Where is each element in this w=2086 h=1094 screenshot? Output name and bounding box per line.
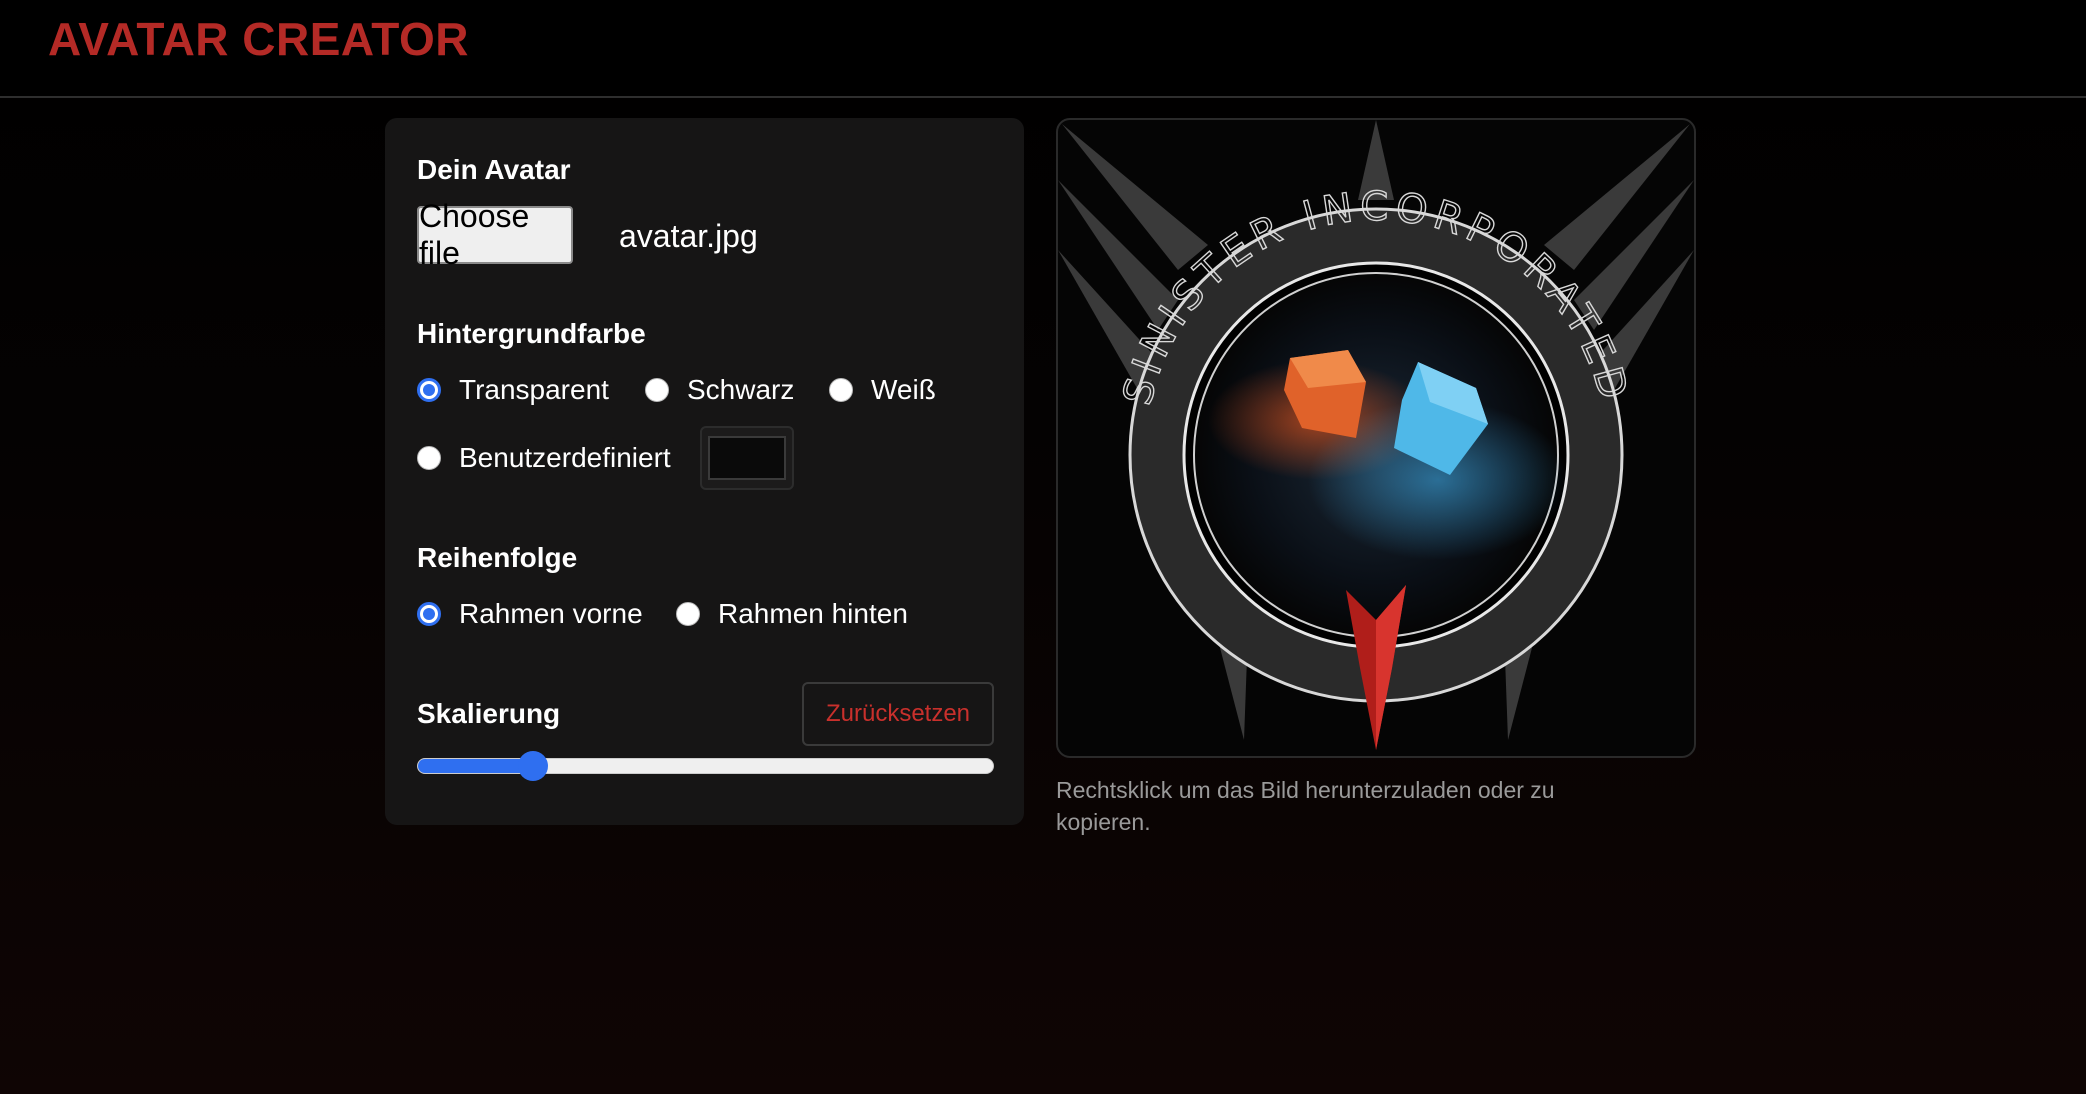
radio-rahmen-hinten[interactable] [676, 602, 700, 626]
custom-color-swatch [708, 436, 786, 480]
avatar-preview[interactable]: SINISTER INCORPORATED [1056, 118, 1696, 758]
order-section-label: Reihenfolge [417, 542, 578, 573]
settings-panel: Dein Avatar Choose file avatar.jpg Hinte… [385, 118, 1024, 825]
avatar-preview-image: SINISTER INCORPORATED [1058, 120, 1694, 750]
background-section-label: Hintergrundfarbe [417, 318, 646, 349]
radio-rahmen-hinten-label[interactable]: Rahmen hinten [718, 598, 908, 630]
radio-benutzerdefiniert[interactable] [417, 446, 441, 470]
radio-rahmen-vorne-label[interactable]: Rahmen vorne [459, 598, 643, 630]
choose-file-button[interactable]: Choose file [417, 198, 573, 271]
download-hint: Rechtsklick um das Bild herunterzuladen … [1056, 777, 1555, 835]
scale-slider-thumb[interactable] [518, 751, 548, 781]
app-title: AVATAR CREATOR [48, 13, 469, 65]
top-bar: AVATAR CREATOR [0, 0, 2086, 98]
radio-schwarz[interactable] [645, 378, 669, 402]
reset-button[interactable]: Zurücksetzen [802, 682, 994, 746]
radio-transparent[interactable] [417, 378, 441, 402]
radio-benutzerdefiniert-label[interactable]: Benutzerdefiniert [459, 442, 671, 474]
custom-color-picker[interactable] [700, 426, 794, 490]
radio-rahmen-vorne[interactable] [417, 602, 441, 626]
scale-slider-fill [418, 759, 533, 773]
scale-slider[interactable] [417, 751, 994, 781]
scale-section-label: Skalierung [417, 698, 561, 729]
radio-weiss[interactable] [829, 378, 853, 402]
radio-weiss-label[interactable]: Weiß [871, 374, 936, 406]
radio-transparent-label[interactable]: Transparent [459, 374, 609, 406]
avatar-section-label: Dein Avatar [417, 154, 571, 185]
file-name-label: avatar.jpg [619, 218, 758, 254]
radio-schwarz-label[interactable]: Schwarz [687, 374, 794, 406]
